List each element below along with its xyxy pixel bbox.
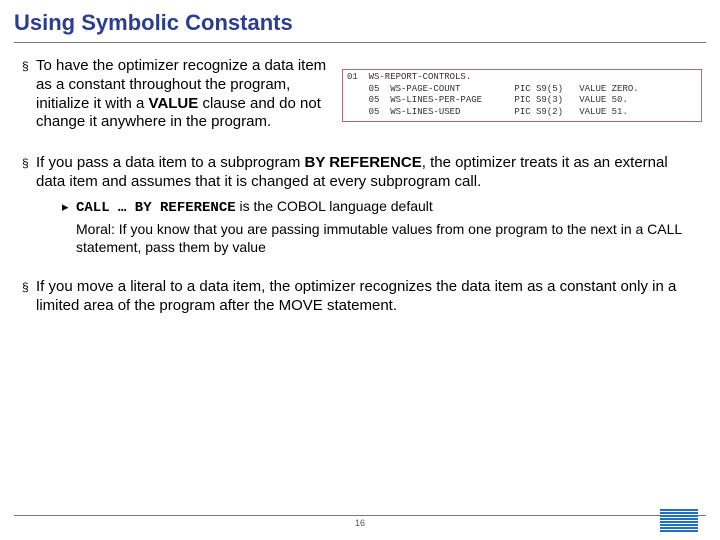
bullet-marker: § [22, 57, 36, 132]
bullet-marker: § [22, 278, 36, 316]
bullet-2: § If you pass a data item to a subprogra… [22, 154, 698, 256]
code-example: 01 WS-REPORT-CONTROLS. 05 WS-PAGE-COUNT … [342, 69, 702, 122]
slide-content: § To have the optimizer recognize a data… [0, 43, 720, 316]
footer-rule [14, 515, 706, 516]
sub-bullet: ▸ CALL … BY REFERENCE is the COBOL langu… [62, 198, 698, 218]
bullet-1-text: To have the optimizer recognize a data i… [36, 57, 336, 132]
bullet-2-text: If you pass a data item to a subprogram … [36, 154, 698, 256]
bullet-marker: § [22, 154, 36, 256]
sub-arrow-icon: ▸ [62, 198, 76, 218]
sub-bullet-text: CALL … BY REFERENCE is the COBOL languag… [76, 198, 698, 218]
bullet-3: § If you move a literal to a data item, … [22, 278, 698, 316]
moral-text: Moral: If you know that you are passing … [76, 221, 698, 256]
ibm-logo-icon [660, 509, 698, 532]
bullet-3-text: If you move a literal to a data item, th… [36, 278, 698, 316]
value-keyword: VALUE [149, 95, 199, 112]
page-number: 16 [14, 518, 706, 528]
footer: 16 [14, 515, 706, 528]
slide-title: Using Symbolic Constants [0, 0, 720, 40]
call-keyword: CALL … BY REFERENCE [76, 200, 236, 216]
sub-rest: is the COBOL language default [236, 198, 433, 214]
by-reference-keyword: BY REFERENCE [304, 154, 421, 171]
bullet-2-pre: If you pass a data item to a subprogram [36, 154, 304, 171]
